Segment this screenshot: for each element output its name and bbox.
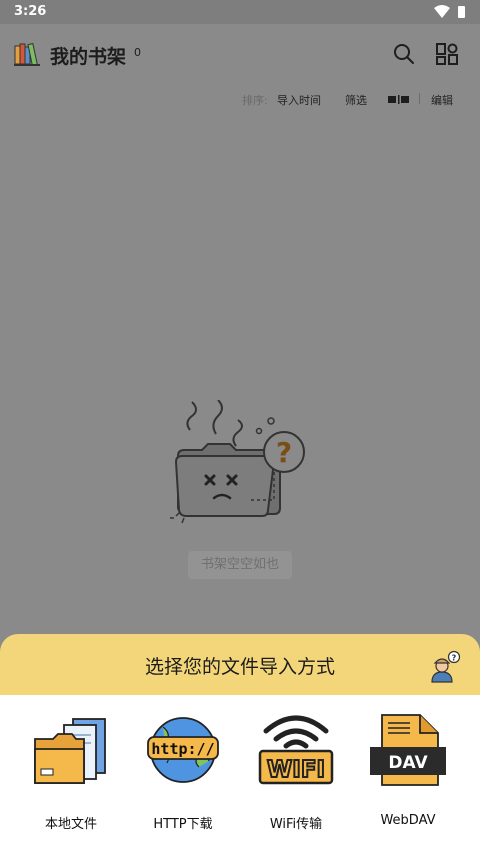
edit-button[interactable]: 编辑 xyxy=(431,92,453,108)
option-label: 本地文件 xyxy=(44,817,97,832)
status-bar: 3:26 xyxy=(0,0,480,24)
webdav-badge-text: DAV xyxy=(388,753,428,773)
sort-by-import-time[interactable]: 导入时间 xyxy=(277,92,321,108)
http-download-option[interactable]: http:// HTTP下载 xyxy=(127,709,239,832)
wifi-signal-icon xyxy=(434,5,450,18)
svg-text:?: ? xyxy=(276,436,292,469)
filter-button[interactable]: 筛选 xyxy=(345,92,367,108)
top-bar: 我的书架 0 xyxy=(0,24,480,84)
import-sheet-title: 选择您的文件导入方式 xyxy=(144,656,335,678)
empty-folder-icon: ? xyxy=(170,400,305,524)
book-count: 0 xyxy=(134,46,141,59)
local-file-option[interactable]: 本地文件 xyxy=(15,709,127,832)
help-avatar-icon[interactable]: ? xyxy=(428,650,464,684)
import-sheet-body: 本地文件 http:// HTTP下载 WIFI WiFi传输 DAV WebD… xyxy=(0,695,480,855)
option-label: WebDAV xyxy=(380,813,436,828)
webdav-file-icon: DAV xyxy=(370,714,446,786)
layout-toggle-icon[interactable] xyxy=(388,95,410,104)
option-label: HTTP下载 xyxy=(153,817,213,832)
status-icons xyxy=(434,5,465,18)
status-time: 3:26 xyxy=(14,4,47,19)
wifi-transfer-option[interactable]: WIFI WiFi传输 xyxy=(240,709,352,832)
sort-label: 排序: xyxy=(242,94,268,107)
grid-view-icon[interactable] xyxy=(436,43,458,65)
page-title: 我的书架 xyxy=(50,46,127,68)
sort-toolbar: 排序: 导入时间 筛选 编辑 xyxy=(0,88,480,110)
http-globe-icon: http:// xyxy=(147,717,219,783)
http-badge-text: http:// xyxy=(151,740,214,758)
wifi-badge-text: WIFI xyxy=(267,757,325,783)
toolbar-divider xyxy=(419,93,420,104)
option-label: WiFi传输 xyxy=(269,817,323,832)
empty-shelf-text: 书架空空如也 xyxy=(188,551,292,579)
battery-icon xyxy=(458,6,465,18)
folder-icon xyxy=(34,718,106,784)
wifi-icon: WIFI xyxy=(258,715,334,785)
webdav-option[interactable]: DAV WebDAV xyxy=(352,709,464,828)
search-icon[interactable] xyxy=(393,43,415,65)
books-icon xyxy=(14,43,40,66)
svg-text:?: ? xyxy=(452,654,457,663)
import-sheet-header: 选择您的文件导入方式 ? xyxy=(0,634,480,695)
